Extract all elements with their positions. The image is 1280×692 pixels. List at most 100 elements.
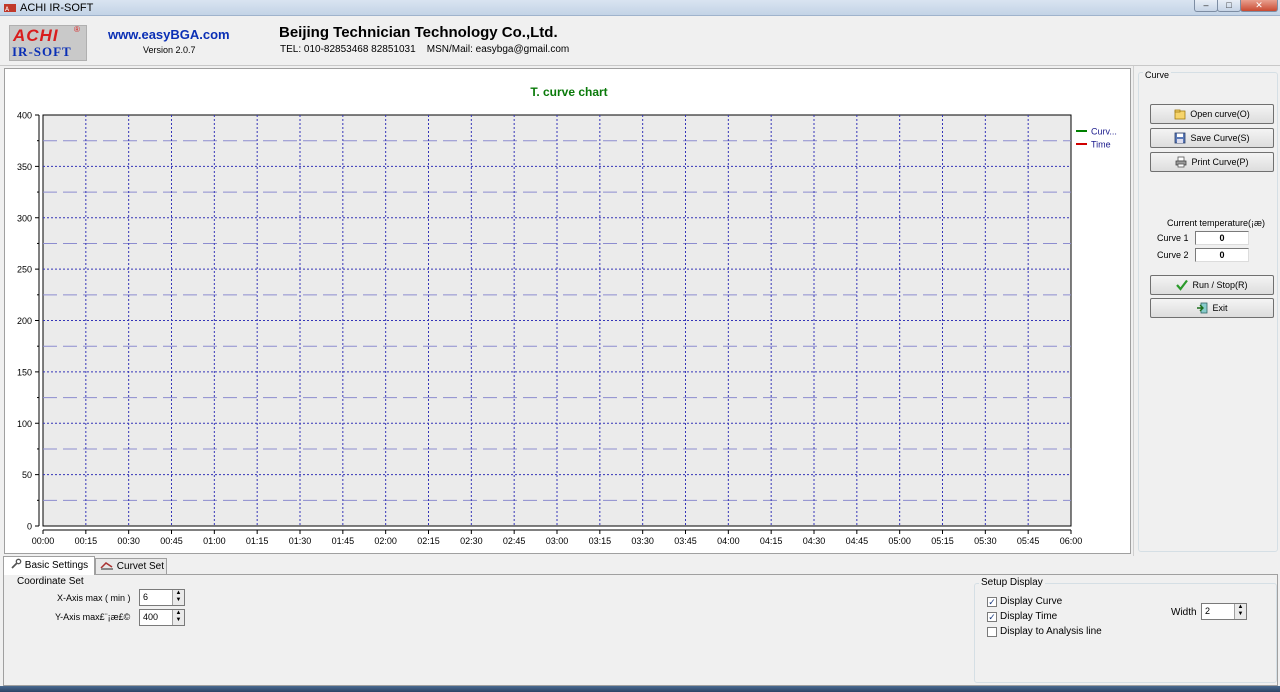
chart-panel: T. curve chart 0 50 100 150 200 250 300 350 400 0…	[4, 68, 1131, 554]
basic-settings-panel: Coordinate Set X-Axis max ( min ) 6 ▲ ▼ Y…	[3, 574, 1278, 686]
contact-info: TEL: 010-82853468 82851031 MSN/Mail: eas…	[280, 44, 570, 55]
display-time-checkbox[interactable]: ✓	[987, 611, 997, 622]
open-curve-label: Open curve(O)	[1190, 109, 1250, 119]
curve2-temperature-field: 0	[1195, 248, 1249, 262]
y-tick-label: 100	[17, 419, 32, 429]
printer-icon	[1175, 156, 1187, 168]
y-tick-label: 0	[27, 522, 32, 532]
coordinate-set-label: Coordinate Set	[15, 576, 86, 587]
x-tick-label: 03:45	[674, 536, 697, 546]
x-tick-label: 05:30	[974, 536, 997, 546]
x-axis-max-label: X-Axis max ( min )	[57, 593, 131, 603]
folder-icon	[1174, 108, 1186, 120]
maximize-button[interactable]: □	[1217, 0, 1241, 12]
y-tick-label: 200	[17, 316, 32, 326]
display-time-label: Display Time	[1000, 611, 1058, 622]
setup-display-label: Setup Display	[979, 577, 1045, 588]
run-stop-button[interactable]: Run / Stop(R)	[1150, 275, 1274, 295]
x-tick-label: 03:30	[631, 536, 654, 546]
x-tick-label: 04:00	[717, 536, 740, 546]
x-tick-label: 00:15	[75, 536, 98, 546]
company-name: Beijing Technician Technology Co.,Ltd.	[279, 24, 558, 41]
current-temperature-label: Current temperature(¡æ)	[1167, 218, 1266, 228]
display-curve-checkbox[interactable]: ✓	[987, 596, 997, 607]
x-axis-max-input[interactable]: 6 ▲ ▼	[139, 589, 185, 606]
tab-basic-settings-label: Basic Settings	[24, 560, 89, 571]
open-curve-button[interactable]: Open curve(O)	[1150, 104, 1274, 124]
y-tick-label: 150	[17, 367, 32, 377]
save-curve-label: Save Curve(S)	[1190, 133, 1250, 143]
x-tick-label: 03:15	[589, 536, 612, 546]
curve1-temperature-field: 0	[1195, 231, 1249, 245]
display-time-checkbox-row[interactable]: ✓ Display Time	[987, 611, 1057, 622]
x-tick-label: 01:15	[246, 536, 269, 546]
x-tick-label: 05:15	[931, 536, 954, 546]
tab-curve-set-label: Curvet Set	[116, 561, 165, 572]
logo-top-text: ACHI	[13, 26, 59, 45]
legend-label: Time	[1091, 140, 1111, 150]
app-icon: A	[4, 3, 16, 13]
exit-label: Exit	[1212, 303, 1228, 313]
checkmark-icon	[1176, 279, 1189, 291]
width-value: 2	[1205, 606, 1211, 616]
y-axis-spinner-arrows-icon[interactable]: ▲ ▼	[172, 610, 184, 625]
exit-button[interactable]: Exit	[1150, 298, 1274, 318]
tab-curve-set[interactable]: Curvet Set	[95, 558, 167, 574]
tab-basic-settings[interactable]: Basic Settings	[3, 556, 95, 575]
x-tick-label: 01:45	[332, 536, 355, 546]
x-tick-label: 04:15	[760, 536, 783, 546]
save-disk-icon	[1174, 132, 1186, 144]
company-logo: ACHI ® IR-SOFT	[9, 25, 87, 61]
curve1-label: Curve 1	[1157, 233, 1189, 243]
y-axis-max-label: Y-Axis max£¨¡æ£©	[55, 612, 131, 622]
print-curve-label: Print Curve(P)	[1191, 157, 1249, 167]
version-label: Version 2.0.7	[143, 45, 196, 55]
x-tick-label: 06:00	[1060, 536, 1083, 546]
x-axis-max-value: 6	[143, 592, 149, 602]
close-button[interactable]: ✕	[1240, 0, 1278, 12]
print-curve-button[interactable]: Print Curve(P)	[1150, 152, 1274, 172]
coordinate-set-group: Coordinate Set X-Axis max ( min ) 6 ▲ ▼ Y…	[9, 576, 973, 683]
website-link[interactable]: www.easyBGA.com	[108, 27, 230, 42]
width-input[interactable]: 2 ▲ ▼	[1201, 603, 1247, 620]
x-tick-label: 01:00	[203, 536, 226, 546]
width-spinner-arrows-icon[interactable]: ▲ ▼	[1234, 604, 1246, 619]
x-tick-label: 03:00	[546, 536, 569, 546]
x-tick-label: 02:00	[374, 536, 397, 546]
wrench-icon	[10, 558, 22, 576]
legend-label: Curv...	[1091, 127, 1117, 137]
display-analysis-checkbox-row[interactable]: Display to Analysis line	[987, 626, 1102, 637]
minimize-button[interactable]: –	[1194, 0, 1218, 12]
y-axis-max-input[interactable]: 400 ▲ ▼	[139, 609, 185, 626]
y-tick-label: 350	[17, 162, 32, 172]
logo-registered-mark: ®	[74, 25, 80, 34]
x-tick-label: 00:00	[32, 536, 55, 546]
logo-bottom-text: IR-SOFT	[12, 44, 72, 59]
save-curve-button[interactable]: Save Curve(S)	[1150, 128, 1274, 148]
display-analysis-label: Display to Analysis line	[1000, 626, 1102, 637]
width-label: Width	[1171, 607, 1197, 618]
x-tick-label: 02:30	[460, 536, 483, 546]
display-analysis-checkbox[interactable]	[987, 626, 997, 637]
x-tick-label: 00:45	[160, 536, 183, 546]
taskbar-strip	[0, 686, 1280, 692]
curve2-label: Curve 2	[1157, 250, 1189, 260]
window-title: ACHI IR-SOFT	[20, 2, 94, 14]
run-stop-label: Run / Stop(R)	[1192, 280, 1248, 290]
x-tick-label: 01:30	[289, 536, 312, 546]
x-tick-label: 05:00	[888, 536, 911, 546]
y-tick-label: 50	[22, 470, 32, 480]
x-tick-label: 02:45	[503, 536, 526, 546]
title-bar: A ACHI IR-SOFT – □ ✕	[0, 0, 1280, 16]
exit-door-icon	[1196, 302, 1208, 314]
display-curve-checkbox-row[interactable]: ✓ Display Curve	[987, 596, 1062, 607]
x-tick-label: 04:45	[846, 536, 869, 546]
y-tick-label: 250	[17, 265, 32, 275]
x-tick-label: 02:15	[417, 536, 440, 546]
curve-group-label: Curve	[1143, 70, 1172, 80]
x-axis-spinner-arrows-icon[interactable]: ▲ ▼	[172, 590, 184, 605]
setup-display-group: Setup Display ✓ Display Curve ✓ Display …	[974, 577, 1277, 683]
x-tick-label: 00:30	[117, 536, 140, 546]
y-tick-label: 400	[17, 111, 32, 121]
curve-group: Curve Open curve(O) Save Curve(S) Print …	[1138, 70, 1278, 552]
